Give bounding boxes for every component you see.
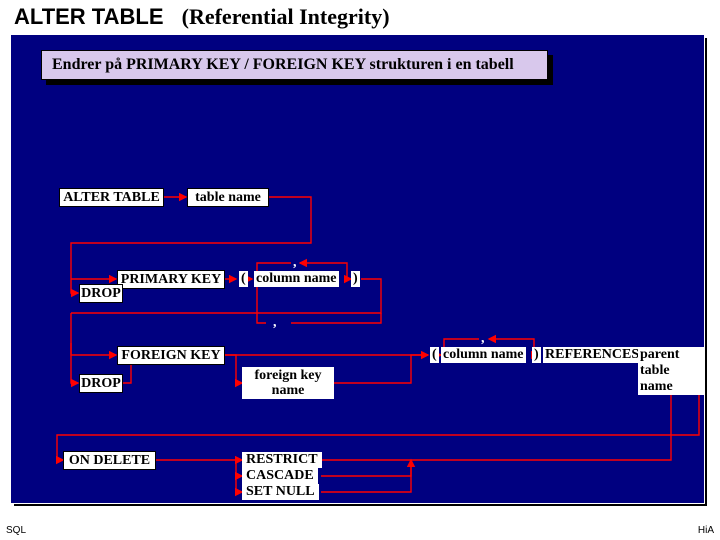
footer-right: HiA <box>698 525 714 536</box>
opt-restrict: RESTRICT <box>242 452 322 468</box>
footer-left: SQL <box>6 525 26 536</box>
lp1: ( <box>239 271 248 287</box>
opt-cascade: CASCADE <box>242 468 318 484</box>
slide-root: ALTER TABLE (Referential Integrity) Endr… <box>0 0 720 540</box>
references: REFERENCES <box>543 347 641 363</box>
colname1: column name <box>254 271 339 287</box>
rp2: ) <box>532 347 541 363</box>
lp2: ( <box>430 347 439 363</box>
node-drop-2: DROP <box>79 374 123 393</box>
rp1: ) <box>351 271 360 287</box>
node-alter-table: ALTER TABLE <box>59 188 164 207</box>
node-drop-1: DROP <box>79 284 123 303</box>
node-primary-key: PRIMARY KEY <box>117 270 225 289</box>
comma-mid: , <box>271 315 279 331</box>
label: ON DELETE <box>69 453 150 469</box>
parent-table: parent table name <box>638 347 704 395</box>
comma2: , <box>479 331 487 347</box>
label: DROP <box>81 376 121 392</box>
title-subtitle: (Referential Integrity) <box>182 4 390 29</box>
node-table-name: table name <box>187 188 269 207</box>
opt-setnull: SET NULL <box>242 484 319 500</box>
label: PRIMARY KEY <box>121 272 221 288</box>
slide-title: ALTER TABLE (Referential Integrity) <box>14 4 390 30</box>
node-on-delete: ON DELETE <box>63 451 156 470</box>
label: DROP <box>81 286 121 302</box>
title-main: ALTER TABLE <box>14 4 164 29</box>
fk-name: foreign keyname <box>242 367 334 399</box>
label: FOREIGN KEY <box>121 348 220 364</box>
rail-lines <box>11 35 704 503</box>
diagram-panel: Endrer på PRIMARY KEY / FOREIGN KEY stru… <box>10 34 705 504</box>
label: ALTER TABLE <box>63 190 160 206</box>
comma1: , <box>291 255 299 271</box>
colname2: column name <box>441 347 526 363</box>
label: table name <box>195 190 261 206</box>
node-foreign-key: FOREIGN KEY <box>117 346 225 365</box>
